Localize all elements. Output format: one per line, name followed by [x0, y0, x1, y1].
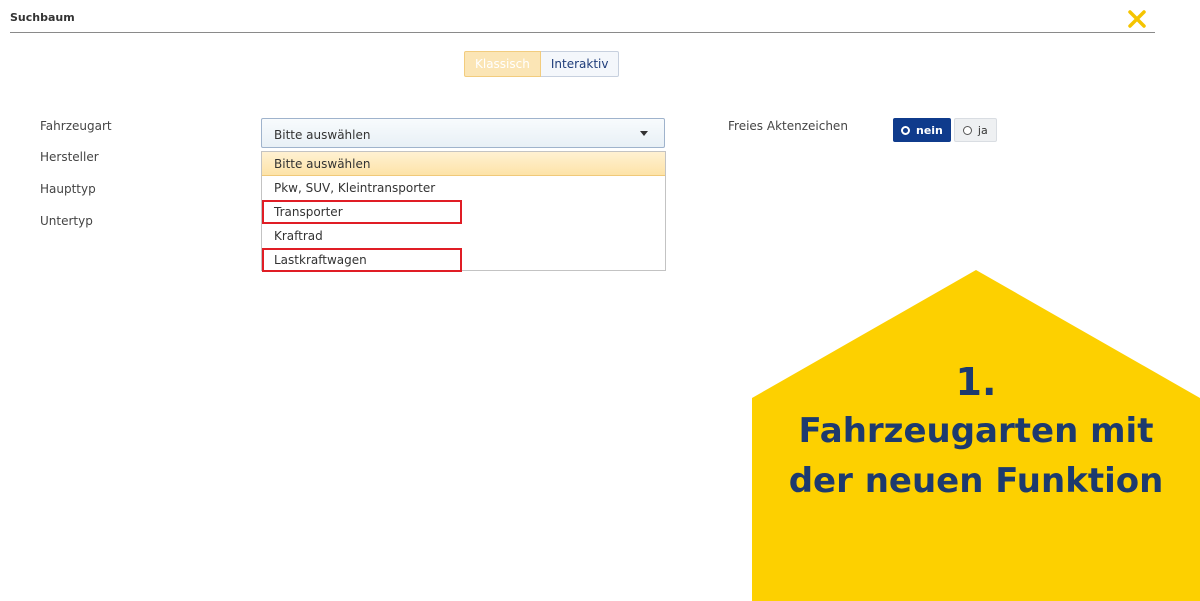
select-value: Bitte auswählen [274, 128, 371, 142]
radio-unselected-icon [962, 125, 972, 135]
close-icon[interactable] [1127, 8, 1147, 30]
label-sub-type: Untertyp [40, 214, 93, 228]
label-main-type: Haupttyp [40, 182, 96, 196]
free-file-number-radio-group: nein ja [893, 118, 997, 142]
dialog-header: Suchbaum [10, 8, 1155, 33]
chevron-down-icon [640, 131, 648, 136]
toggle-classic[interactable]: Klassisch [464, 51, 541, 77]
vehicle-type-dropdown: Bitte auswählen Pkw, SUV, Kleintransport… [261, 151, 666, 272]
mode-toggle: Klassisch Interaktiv [464, 51, 620, 77]
dropdown-option-highlighted[interactable]: Transporter [262, 200, 462, 224]
toggle-interactive[interactable]: Interaktiv [540, 51, 620, 77]
radio-nein[interactable]: nein [893, 118, 951, 142]
radio-label: ja [977, 123, 988, 137]
promo-line-2: der neuen Funktion [788, 461, 1164, 501]
vehicle-type-select[interactable]: Bitte auswählen [261, 118, 665, 148]
label-vehicle-type: Fahrzeugart [40, 119, 112, 133]
dropdown-option[interactable]: Bitte auswählen [262, 152, 665, 176]
promo-number: 1. [955, 360, 997, 404]
promo-banner: 1. Fahrzeugarten mit der neuen Funktion [752, 270, 1200, 601]
dialog-title: Suchbaum [10, 11, 75, 24]
promo-text: 1. Fahrzeugarten mit der neuen Funktion [752, 358, 1200, 506]
dropdown-option[interactable]: Kraftrad [262, 224, 665, 248]
radio-selected-icon [901, 125, 910, 135]
radio-label: nein [916, 123, 943, 137]
radio-ja[interactable]: ja [953, 118, 997, 142]
dropdown-option[interactable]: Pkw, SUV, Kleintransporter [262, 176, 665, 200]
label-manufacturer: Hersteller [40, 150, 99, 164]
promo-line-1: Fahrzeugarten mit [798, 411, 1154, 451]
dropdown-option-highlighted[interactable]: Lastkraftwagen [262, 248, 462, 272]
label-free-file-number: Freies Aktenzeichen [728, 119, 848, 133]
